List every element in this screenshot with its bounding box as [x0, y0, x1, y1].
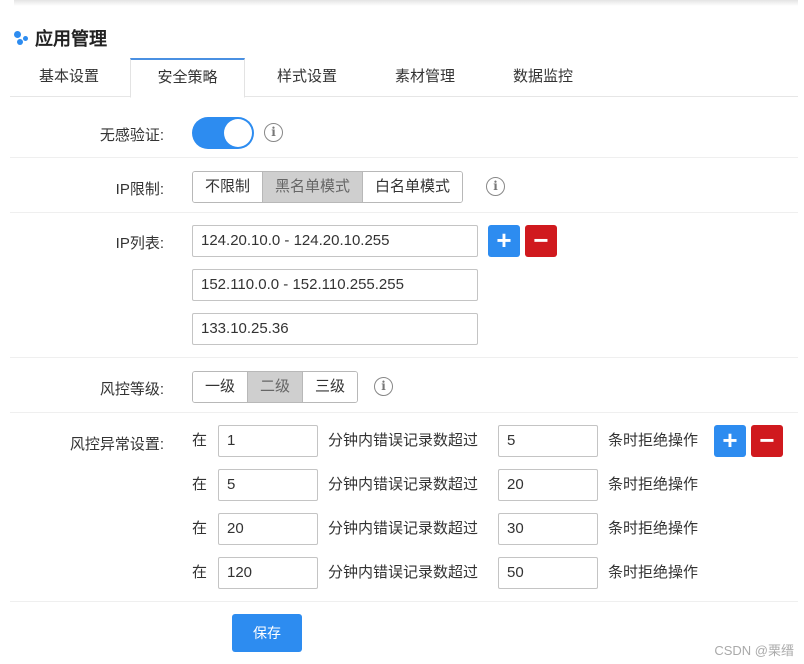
rule-prefix-text: 在 — [192, 476, 208, 493]
rule-prefix-text: 在 — [192, 520, 208, 537]
rule-remove-button[interactable]: − — [751, 425, 783, 457]
risk-level-label: 风控等级: — [99, 381, 164, 398]
seamless-verification-info-icon[interactable]: i — [264, 123, 283, 142]
risk-level-option-3[interactable]: 三级 — [303, 372, 358, 402]
risk-level-info-icon[interactable]: i — [374, 377, 393, 396]
ip-list-input[interactable]: 124.20.10.0 - 124.20.10.255 — [192, 225, 478, 257]
rule-suffix-text: 条时拒绝操作 — [608, 564, 699, 581]
rule-minutes-input[interactable]: 5 — [218, 469, 318, 501]
rule-count-input[interactable]: 50 — [498, 557, 598, 589]
seamless-verification-label: 无感验证: — [99, 127, 164, 144]
divider — [10, 157, 798, 158]
rule-suffix-text: 条时拒绝操作 — [608, 432, 699, 449]
ip-restriction-option-whitelist[interactable]: 白名单模式 — [363, 172, 463, 202]
ip-restriction-option-none[interactable]: 不限制 — [193, 172, 264, 202]
rule-minutes-input[interactable]: 120 — [218, 557, 318, 589]
rule-count-input[interactable]: 30 — [498, 513, 598, 545]
ip-restriction-info-icon[interactable]: i — [486, 177, 505, 196]
rule-prefix-text: 在 — [192, 432, 208, 449]
ip-restriction-segmented: 不限制 黑名单模式 白名单模式 — [192, 171, 464, 203]
rule-suffix-text: 条时拒绝操作 — [608, 520, 699, 537]
divider — [10, 412, 798, 413]
divider — [10, 212, 798, 213]
tab-data-monitoring[interactable]: 数据监控 — [486, 58, 600, 97]
divider — [10, 601, 798, 602]
rule-middle-text: 分钟内错误记录数超过 — [328, 476, 479, 493]
risk-level-option-2[interactable]: 二级 — [248, 372, 304, 402]
ip-list-add-button[interactable]: + — [488, 225, 520, 257]
ip-restriction-label: IP限制: — [115, 181, 164, 198]
rule-prefix-text: 在 — [192, 564, 208, 581]
rule-minutes-input[interactable]: 20 — [218, 513, 318, 545]
app-logo-icon — [14, 30, 30, 46]
app-header: 应用管理 — [14, 25, 107, 51]
page-title: 应用管理 — [35, 29, 107, 49]
rule-suffix-text: 条时拒绝操作 — [608, 476, 699, 493]
tab-style-settings[interactable]: 样式设置 — [250, 58, 364, 97]
tab-material-management[interactable]: 素材管理 — [368, 58, 482, 97]
ip-list-input[interactable]: 152.110.0.0 - 152.110.255.255 — [192, 269, 478, 301]
rule-middle-text: 分钟内错误记录数超过 — [328, 520, 479, 537]
rule-count-input[interactable]: 20 — [498, 469, 598, 501]
tab-security-policy[interactable]: 安全策略 — [130, 58, 245, 98]
ip-list-remove-button[interactable]: − — [525, 225, 557, 257]
risk-anomaly-label: 风控异常设置: — [69, 436, 164, 453]
rule-add-button[interactable]: + — [714, 425, 746, 457]
tab-bar: 基本设置 安全策略 样式设置 素材管理 数据监控 — [10, 58, 798, 98]
risk-level-segmented: 一级 二级 三级 — [192, 371, 359, 403]
watermark: CSDN @栗缙 — [714, 643, 794, 658]
tab-basic-settings[interactable]: 基本设置 — [10, 58, 128, 97]
toggle-knob — [224, 119, 252, 147]
risk-level-option-1[interactable]: 一级 — [193, 372, 249, 402]
rule-middle-text: 分钟内错误记录数超过 — [328, 432, 479, 449]
rule-middle-text: 分钟内错误记录数超过 — [328, 564, 479, 581]
top-shadow — [14, 0, 798, 6]
rule-minutes-input[interactable]: 1 — [218, 425, 318, 457]
divider — [10, 357, 798, 358]
ip-restriction-option-blacklist[interactable]: 黑名单模式 — [263, 172, 364, 202]
ip-list-input[interactable]: 133.10.25.36 — [192, 313, 478, 345]
rule-count-input[interactable]: 5 — [498, 425, 598, 457]
save-button[interactable]: 保存 — [232, 614, 302, 652]
seamless-verification-toggle[interactable] — [192, 117, 254, 149]
ip-list-label: IP列表: — [115, 235, 164, 252]
